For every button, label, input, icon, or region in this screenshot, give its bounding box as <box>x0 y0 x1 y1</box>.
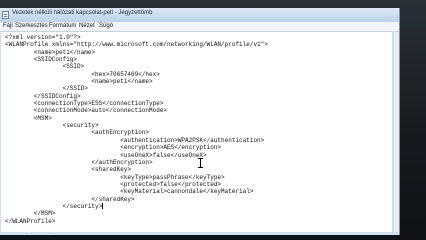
editor-line: <authEncryption> <box>5 129 150 137</box>
editor-line: <keyMaterial>cannondale</keyMaterial> <box>5 188 254 196</box>
notepad-window: Vezeték nélküli hálózati kapcsolat-peti … <box>0 8 400 235</box>
editor-line: <security> <box>5 122 99 130</box>
watermark-credit: Made by szabopeter2011 <box>3 224 88 233</box>
window-title: Vezeték nélküli hálózati kapcsolat-peti … <box>12 10 153 16</box>
editor-line: </SSIDConfig> <box>5 92 81 100</box>
editor-line: </SSID> <box>5 85 88 93</box>
menu-bar: Fájl Szerkesztés Formátum Nézet Súgó <box>0 22 399 32</box>
editor-line: <connectionType>ESS</connectionType> <box>5 100 164 108</box>
editor-line: <keyType>passPhrase</keyType> <box>5 173 225 181</box>
text-cursor-icon <box>198 158 203 168</box>
notepad-icon <box>2 11 9 19</box>
editor-line: </sharedKey> <box>5 195 135 203</box>
editor-line: <connectionMode>auto</connectionMode> <box>5 107 168 115</box>
editor-line: <WLANProfile xmlns="http://www.microsoft… <box>5 41 268 49</box>
text-caret <box>102 202 104 209</box>
menu-file[interactable]: Fájl <box>3 23 13 29</box>
title-bar[interactable]: Vezeték nélküli hálózati kapcsolat-peti … <box>0 8 399 22</box>
editor-line: <hex>70657469</hex> <box>5 70 160 78</box>
editor-line: <MSM> <box>5 114 52 122</box>
editor-line: <SSID> <box>5 63 85 71</box>
editor-line: <name>peti</name> <box>5 48 96 56</box>
menu-edit[interactable]: Szerkesztés <box>15 23 48 29</box>
text-editor-area[interactable]: <?xml version="1.0"?> <WLANProfile xmlns=… <box>1 32 392 232</box>
editor-line: </security> <box>5 202 104 210</box>
vertical-scrollbar[interactable] <box>393 32 399 232</box>
menu-help[interactable]: Súgó <box>99 23 113 29</box>
editor-line: <encryption>AES</encryption> <box>5 144 222 152</box>
editor-line: <?xml version="1.0"?> <box>5 34 81 41</box>
menu-format[interactable]: Formátum <box>49 23 76 29</box>
editor-line: </MSM> <box>5 210 56 218</box>
editor-line: <name>peti</name> <box>5 78 153 86</box>
editor-line: <protected>false</protected> <box>5 180 222 188</box>
menu-view[interactable]: Nézet <box>79 23 95 29</box>
editor-line: <SSIDConfig> <box>5 56 78 64</box>
editor-line: <authentication>WPA2PSK</authentication> <box>5 136 265 144</box>
